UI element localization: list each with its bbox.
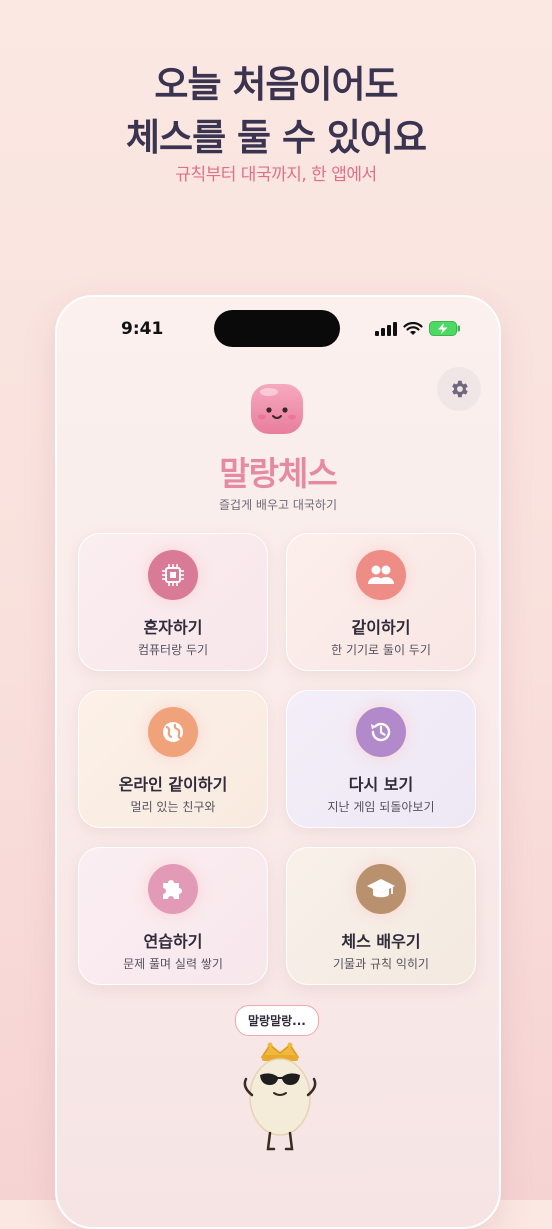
menu-card-practice[interactable]: 연습하기 문제 풀며 실력 쌓기 bbox=[78, 847, 268, 985]
menu-card-desc: 멀리 있는 친구와 bbox=[130, 800, 216, 814]
wifi-icon bbox=[403, 321, 423, 335]
menu-card-title: 같이하기 bbox=[351, 618, 411, 637]
promo-headline: 오늘 처음이어도 체스를 둘 수 있어요 bbox=[0, 58, 552, 164]
king-mochi-mascot-icon[interactable] bbox=[240, 1039, 320, 1157]
puzzle-icon bbox=[163, 880, 182, 899]
menu-card-desc: 지난 게임 되돌아보기 bbox=[327, 800, 435, 814]
menu-card-title: 연습하기 bbox=[143, 932, 203, 951]
menu-card-solo[interactable]: 혼자하기 컴퓨터랑 두기 bbox=[78, 533, 268, 671]
menu-card-online[interactable]: 온라인 같이하기 멀리 있는 친구와 bbox=[78, 690, 268, 828]
gear-icon bbox=[452, 380, 468, 398]
menu-card-replay[interactable]: 다시 보기 지난 게임 되돌아보기 bbox=[286, 690, 476, 828]
dynamic-island bbox=[214, 310, 340, 347]
battery-charging-icon bbox=[429, 321, 460, 336]
menu-card-together-icon-circle bbox=[356, 550, 406, 600]
promo-headline-line2: 체스를 둘 수 있어요 bbox=[126, 116, 427, 159]
cellular-signal-icon bbox=[375, 321, 397, 336]
chip-icon bbox=[162, 564, 184, 586]
menu-card-desc: 컴퓨터랑 두기 bbox=[137, 643, 209, 657]
menu-card-learn[interactable]: 체스 배우기 기물과 규칙 익히기 bbox=[286, 847, 476, 985]
app-subtitle: 즐겁게 배우고 대국하기 bbox=[218, 498, 338, 512]
promo-subheadline: 규칙부터 대국까지, 한 앱에서 bbox=[175, 165, 377, 185]
menu-card-solo-icon-circle bbox=[148, 550, 198, 600]
menu-card-desc: 기물과 규칙 익히기 bbox=[333, 957, 429, 971]
mochi-mascot-icon bbox=[251, 384, 303, 434]
status-time: 9:41 bbox=[121, 319, 164, 339]
globe-icon bbox=[163, 722, 183, 742]
promo-headline-line1: 오늘 처음이어도 bbox=[154, 63, 398, 106]
app-title: 말랑체스 bbox=[219, 454, 337, 493]
menu-card-replay-icon-circle bbox=[356, 707, 406, 757]
phone-frame: 9:41 말랑체스 즐겁게 배우고 대국하기 혼자하기 컴퓨터랑 두기 같이하기… bbox=[55, 295, 501, 1229]
menu-card-learn-icon-circle bbox=[356, 864, 406, 914]
menu-card-desc: 문제 풀며 실력 쌓기 bbox=[123, 957, 223, 971]
people-icon bbox=[368, 565, 394, 584]
status-icons bbox=[375, 321, 461, 336]
menu-card-online-icon-circle bbox=[148, 707, 198, 757]
graduation-cap-icon bbox=[367, 879, 395, 898]
menu-card-title: 체스 배우기 bbox=[341, 932, 421, 951]
menu-card-title: 온라인 같이하기 bbox=[118, 775, 228, 794]
menu-card-practice-icon-circle bbox=[148, 864, 198, 914]
menu-card-title: 혼자하기 bbox=[143, 618, 203, 637]
menu-card-title: 다시 보기 bbox=[348, 775, 414, 794]
history-icon bbox=[371, 722, 391, 742]
settings-button[interactable] bbox=[437, 367, 481, 411]
mascot-speech-bubble: 말랑말랑... bbox=[235, 1005, 319, 1036]
menu-card-together[interactable]: 같이하기 한 기기로 둘이 두기 bbox=[286, 533, 476, 671]
menu-card-desc: 한 기기로 둘이 두기 bbox=[331, 643, 431, 657]
